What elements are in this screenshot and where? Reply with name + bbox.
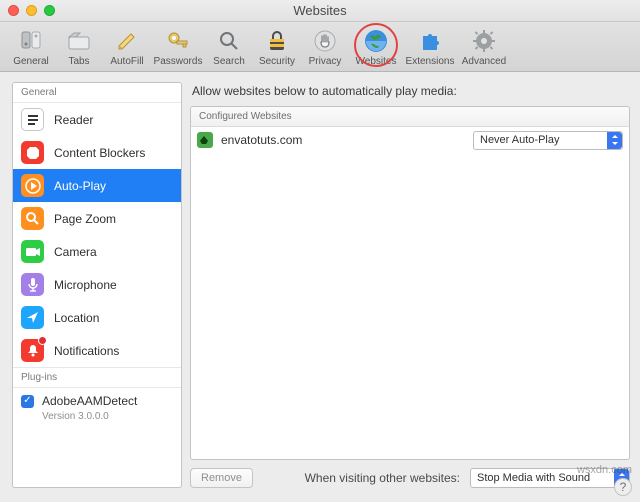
microphone-icon (21, 273, 44, 296)
sidebar-item-notifications[interactable]: Notifications (13, 334, 181, 367)
other-policy-value: Stop Media with Sound (477, 472, 590, 484)
sidebar-item-page-zoom[interactable]: Page Zoom (13, 202, 181, 235)
categories-sidebar: General Reader Content Blockers Auto-Pla… (12, 82, 182, 488)
toolbar-tabs[interactable]: Tabs (56, 27, 102, 67)
sidebar-item-label: Location (54, 311, 99, 325)
plugin-version: Version 3.0.0.0 (42, 411, 173, 422)
panel-footer: Remove When visiting other websites: Sto… (190, 460, 630, 488)
switch-icon (17, 27, 45, 55)
sidebar-item-label: Reader (54, 113, 93, 127)
camera-icon (21, 240, 44, 263)
toolbar-security[interactable]: Security (254, 27, 300, 67)
main-panel: Allow websites below to automatically pl… (190, 82, 630, 488)
policy-value: Never Auto-Play (480, 134, 559, 146)
table-header: Configured Websites (191, 107, 629, 127)
window-controls (8, 5, 55, 16)
stop-icon (21, 141, 44, 164)
toolbar-websites[interactable]: Websites (350, 27, 402, 67)
window-titlebar: Websites (0, 0, 640, 22)
hand-icon (311, 27, 339, 55)
minimize-window-button[interactable] (26, 5, 37, 16)
fullscreen-window-button[interactable] (44, 5, 55, 16)
toolbar-general[interactable]: General (8, 27, 54, 67)
sidebar-section-general: General (13, 83, 181, 103)
plugin-name: AdobeAAMDetect (42, 394, 137, 408)
help-button[interactable]: ? (614, 478, 632, 496)
site-favicon-icon (197, 132, 213, 148)
lock-icon (263, 27, 291, 55)
sidebar-item-label: Microphone (54, 278, 117, 292)
panel-heading: Allow websites below to automatically pl… (190, 82, 630, 106)
location-icon (21, 306, 44, 329)
toolbar-passwords[interactable]: Passwords (152, 27, 204, 67)
chevron-updown-icon (607, 132, 622, 149)
sidebar-item-content-blockers[interactable]: Content Blockers (13, 136, 181, 169)
sidebar-item-label: Camera (54, 245, 97, 259)
site-domain: envatotuts.com (221, 133, 465, 147)
pencil-icon (113, 27, 141, 55)
other-websites-label: When visiting other websites: (305, 471, 460, 485)
sidebar-item-camera[interactable]: Camera (13, 235, 181, 268)
sidebar-item-reader[interactable]: Reader (13, 103, 181, 136)
sidebar-item-label: Notifications (54, 344, 119, 358)
sidebar-item-label: Page Zoom (54, 212, 116, 226)
reader-icon (21, 108, 44, 131)
bell-icon (21, 339, 44, 362)
toolbar-autofill[interactable]: AutoFill (104, 27, 150, 67)
toolbar-extensions[interactable]: Extensions (404, 27, 456, 67)
play-icon (21, 174, 44, 197)
table-row[interactable]: envatotuts.com Never Auto-Play (191, 127, 629, 153)
content-area: General Reader Content Blockers Auto-Pla… (0, 72, 640, 502)
toolbar-advanced[interactable]: Advanced (458, 27, 510, 67)
tabs-icon (65, 27, 93, 55)
configured-websites-table: Configured Websites envatotuts.com Never… (190, 106, 630, 460)
plugin-checkbox[interactable]: ✓ (21, 395, 34, 408)
close-window-button[interactable] (8, 5, 19, 16)
sidebar-item-label: Auto-Play (54, 179, 106, 193)
policy-select[interactable]: Never Auto-Play (473, 131, 623, 150)
plugin-item[interactable]: ✓ AdobeAAMDetect Version 3.0.0.0 (13, 388, 181, 428)
toolbar-privacy[interactable]: Privacy (302, 27, 348, 67)
gear-icon (470, 27, 498, 55)
preferences-toolbar: General Tabs AutoFill Passwords Search S… (0, 22, 640, 72)
sidebar-item-microphone[interactable]: Microphone (13, 268, 181, 301)
sidebar-item-label: Content Blockers (54, 146, 145, 160)
search-icon (215, 27, 243, 55)
globe-icon (362, 27, 390, 55)
sidebar-item-location[interactable]: Location (13, 301, 181, 334)
sidebar-section-plugins: Plug-ins (13, 367, 181, 388)
sidebar-item-auto-play[interactable]: Auto-Play (13, 169, 181, 202)
magnifier-icon (21, 207, 44, 230)
window-title: Websites (293, 3, 346, 18)
watermark: wsxdn.com (577, 464, 632, 476)
toolbar-search[interactable]: Search (206, 27, 252, 67)
remove-button[interactable]: Remove (190, 468, 253, 488)
puzzle-icon (416, 27, 444, 55)
key-icon (164, 27, 192, 55)
